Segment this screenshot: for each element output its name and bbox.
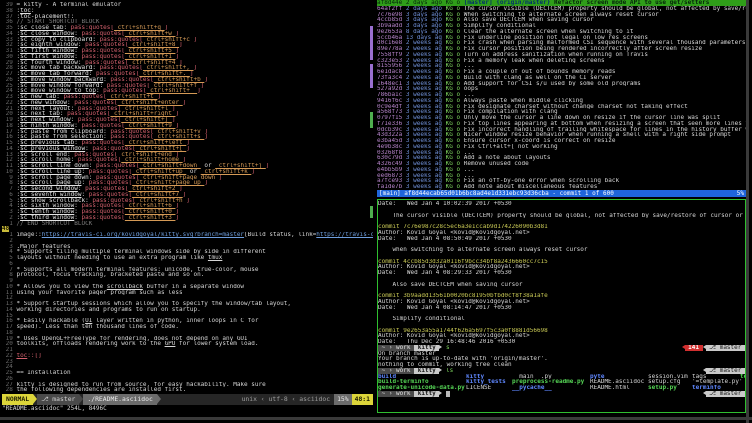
ti: Add note about miscellaneous features [464, 184, 598, 190]
t: toolkits, offloads rendering work to the [16, 341, 164, 347]
scroll-mark [370, 64, 373, 88]
t: == Installation [16, 370, 70, 376]
vim-scrollbar-marks [370, 0, 373, 411]
macro: ] [204, 134, 208, 140]
t: using your favorite pager program such a… [16, 290, 182, 296]
vim-fileinfo-segment: unix ‹ utf-8 ‹ asciidoc [238, 394, 335, 405]
ti: Fix a memory leak when deleting screens [464, 58, 605, 64]
t: The cursor visible (DECTCEM) property sh… [378, 213, 745, 219]
t: Also save DECTCEM when saving cursor [378, 282, 523, 288]
vim-mode-badge: NORMAL [2, 394, 33, 405]
t: Date: Wed Jan 4 10:02:39 2017 +0530 [378, 201, 512, 207]
terminal-row: 28 the following dependencies are instal… [2, 387, 373, 393]
shell-scrollback: Date: Wed Jan 4 10:02:39 2017 +0530 The … [378, 201, 745, 397]
pseg: ~ › work [378, 391, 414, 397]
t: the following dependencies are installed… [16, 387, 186, 393]
prompt-right: ⎇ master [703, 391, 745, 397]
vim-branch-segment: ⎇ master [37, 394, 79, 405]
tig-pane[interactable]: af8d44e 2 days ago KG o [master] {origin… [377, 0, 746, 197]
kitty-terminal-window: 39 = kitty - A terminal emulator 38 :toc… [0, 0, 752, 423]
macro: ] [204, 77, 208, 83]
mul: toc [16, 353, 27, 359]
pdir: kitty [414, 391, 439, 397]
t: working directories and programs to run … [16, 307, 200, 313]
tig-status-bar: [main] af8d44ecab65d01b6bc8ad4e1d331ebc9… [377, 190, 746, 197]
vim-message-line: "README.asciidoc" 254L, 8496C [2, 405, 373, 413]
macro: ] [266, 163, 270, 169]
statusline-spacer [161, 394, 238, 405]
shell-prompt: ~ › work kitty ⎇ master [378, 391, 745, 397]
macro: ] [186, 198, 190, 204]
t: Date: Wed Jan 4 08:29:33 2017 +0530 [378, 270, 512, 276]
ul: hackability [186, 382, 226, 388]
auth: KG [446, 184, 457, 190]
tig-scroll-percent: 5% [737, 190, 744, 197]
t: image:: [16, 232, 41, 238]
t: speed). Less than ten thousand lines of … [16, 324, 179, 330]
t: . Make sure [226, 382, 266, 388]
scroll-mark [370, 26, 373, 60]
t: when switching to alternate screen alway… [378, 247, 588, 253]
mono: `ctrl+shift+3` [125, 215, 176, 221]
scroll-mark [370, 112, 373, 128]
link: https://travis-ci.org/kovidgoyal/kitty.s… [42, 232, 244, 238]
ln: 28 [2, 387, 16, 393]
ul: GPU [165, 341, 176, 347]
terminal-row: fa1de7b 3 weeks ag KG o Add note about m… [377, 184, 746, 190]
ti: Fix Ctrl+alt+[ not working [464, 144, 558, 150]
t: Simplify conditional [378, 316, 465, 322]
macro: ] [186, 146, 190, 152]
blkcur [446, 391, 450, 397]
terminal-row: 1 image::https://travis-ci.org/kovidgoya… [2, 232, 373, 238]
vim-buffer: 39 = kitty - A terminal emulator 38 :toc… [2, 2, 373, 394]
ti: Add support for CSI s/u used by some old… [464, 81, 641, 87]
exec: setup.py [648, 385, 692, 391]
t: layouts without needing to use an extra … [16, 255, 207, 261]
dir: __pycache__ [512, 385, 590, 391]
pbranch: ⎇ master [706, 391, 745, 397]
prompt-right: 141 ⎇ master [682, 345, 746, 351]
macro: ] [194, 65, 198, 71]
macro: ] [194, 37, 198, 43]
gr: o [457, 184, 464, 190]
vim-scroll-percent: 15% [334, 394, 352, 405]
pcmd: s [442, 345, 449, 351]
macro: ] [197, 88, 201, 94]
macro: ] [204, 180, 208, 186]
macro: ] [219, 175, 223, 181]
scroll-mark [370, 206, 373, 218]
macro: ] [175, 111, 179, 117]
t: [Build status, link= [244, 232, 316, 238]
file: LICENSE [466, 385, 512, 391]
macro: ::[] [27, 353, 41, 359]
pexit: 141 [685, 345, 703, 351]
tig-status-text: [main] af8d44ecab65d01b6bc8ad4e1d331ebc9… [379, 190, 614, 197]
macro: ] [179, 42, 183, 48]
t: Date: Wed Jan 4 08:14:47 2017 +0530 [378, 305, 512, 311]
hash: fa1de7b [377, 184, 406, 190]
t: Date: Wed Jan 4 08:50:49 2017 +0530 [378, 236, 512, 242]
date: 3 weeks ag [406, 184, 446, 190]
t: for lower system load. [175, 341, 258, 347]
vim-pane[interactable]: 39 = kitty - A terminal emulator 38 :toc… [2, 2, 373, 413]
terminal-row: The cursor visible (DECTCEM) property sh… [378, 213, 745, 219]
cm: // END_SHORTCUT_BLOCK [16, 221, 92, 227]
tig-commit-list: af8d44e 2 days ago KG o [master] {origin… [377, 0, 746, 190]
file: README.html [590, 385, 648, 391]
window-frame-right [746, 0, 749, 423]
macro: ] [201, 83, 205, 89]
shell-pane[interactable]: Date: Wed Jan 4 10:02:39 2017 +0530 The … [377, 199, 746, 413]
prompt-left[interactable]: ~ › work kitty [378, 391, 450, 397]
vim-statusline: NORMAL ⎇ master ./README.asciidoc unix ‹… [2, 394, 373, 405]
ul: tmux [208, 255, 222, 261]
macro: ] [175, 215, 179, 221]
macro: ] [251, 169, 255, 175]
macro: ] [183, 100, 187, 106]
link: https://travis-ci.org/kovidgoyal/kitty [316, 232, 373, 238]
t: protocol, focus tracking, bracketed past… [16, 272, 204, 278]
vim-filename-segment: ./README.asciidoc [83, 394, 156, 405]
window-frame-bottom [0, 417, 752, 420]
pbranch: ⎇ master [706, 345, 745, 351]
